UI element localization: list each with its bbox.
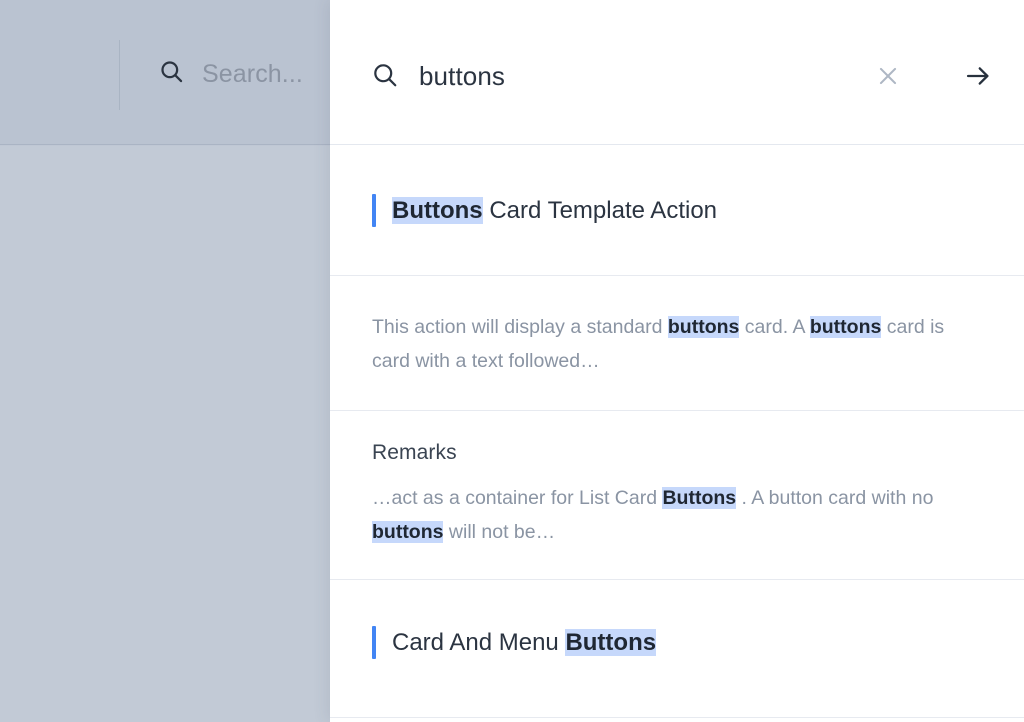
search-overlay-screen: Search... — [0, 0, 1024, 722]
remarks-text: …act as a container for List Card Button… — [372, 481, 982, 549]
app-search-box[interactable]: Search... — [158, 58, 303, 90]
result-title: Card And Menu Buttons — [392, 628, 656, 658]
dimmed-app-backdrop[interactable]: Search... — [0, 0, 330, 722]
close-icon — [875, 63, 901, 92]
app-topbar: Search... — [0, 0, 330, 145]
clear-search-button[interactable] — [868, 57, 908, 97]
search-icon — [371, 61, 399, 94]
arrow-right-icon — [964, 62, 992, 93]
result-item-remarks[interactable]: Remarks …act as a container for List Car… — [330, 411, 1024, 580]
result-accent-bar — [372, 626, 376, 659]
app-content-area — [0, 146, 330, 722]
search-input[interactable] — [419, 61, 868, 92]
result-item-snippet[interactable]: This action will display a standard butt… — [330, 276, 1024, 411]
result-item-title[interactable]: Card And Menu Buttons — [330, 580, 1024, 705]
app-search-placeholder: Search... — [202, 62, 303, 87]
search-icon — [158, 58, 185, 90]
search-results-list[interactable]: Buttons Card Template Action This action… — [330, 146, 1024, 722]
results-bottom-divider — [330, 717, 1024, 718]
search-panel-header — [330, 0, 1024, 145]
topbar-divider — [119, 40, 120, 110]
search-panel: Buttons Card Template Action This action… — [330, 0, 1024, 722]
result-title: Buttons Card Template Action — [392, 196, 717, 226]
result-accent-bar — [372, 194, 376, 227]
result-item-title[interactable]: Buttons Card Template Action — [330, 146, 1024, 276]
result-snippet-text: This action will display a standard butt… — [330, 276, 1024, 410]
submit-search-button[interactable] — [958, 57, 998, 97]
remarks-heading: Remarks — [372, 441, 982, 465]
